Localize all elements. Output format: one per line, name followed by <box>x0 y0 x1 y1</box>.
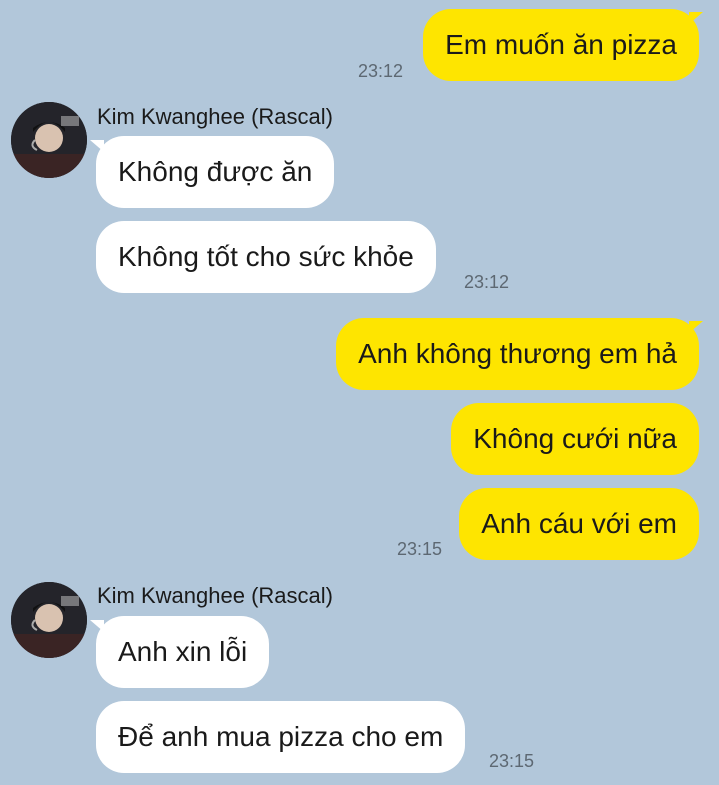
message-bubble-incoming[interactable]: Không tốt cho sức khỏe <box>96 221 436 293</box>
message-bubble-outgoing[interactable]: Em muốn ăn pizza <box>423 9 699 81</box>
contact-avatar[interactable] <box>11 582 87 658</box>
message-bubble-incoming[interactable]: Không được ăn <box>96 136 335 208</box>
message-bubble-outgoing[interactable]: Anh cáu với em <box>459 488 699 560</box>
message-bubble-incoming[interactable]: Để anh mua pizza cho em <box>96 701 466 773</box>
sender-name: Kim Kwanghee (Rascal) <box>97 104 333 129</box>
message-timestamp: 23:15 <box>397 539 443 559</box>
message-timestamp: 23:12 <box>358 61 404 81</box>
avatar-photo-icon <box>11 582 87 658</box>
sender-name: Kim Kwanghee (Rascal) <box>97 583 333 608</box>
message-bubble-incoming[interactable]: Anh xin lỗi <box>96 616 270 688</box>
message-bubble-outgoing[interactable]: Không cưới nữa <box>451 403 699 475</box>
contact-avatar[interactable] <box>11 102 87 178</box>
message-bubble-outgoing[interactable]: Anh không thương em hả <box>336 318 699 390</box>
avatar-photo-icon <box>11 102 87 178</box>
message-timestamp: 23:15 <box>489 751 535 771</box>
message-timestamp: 23:12 <box>464 272 510 292</box>
